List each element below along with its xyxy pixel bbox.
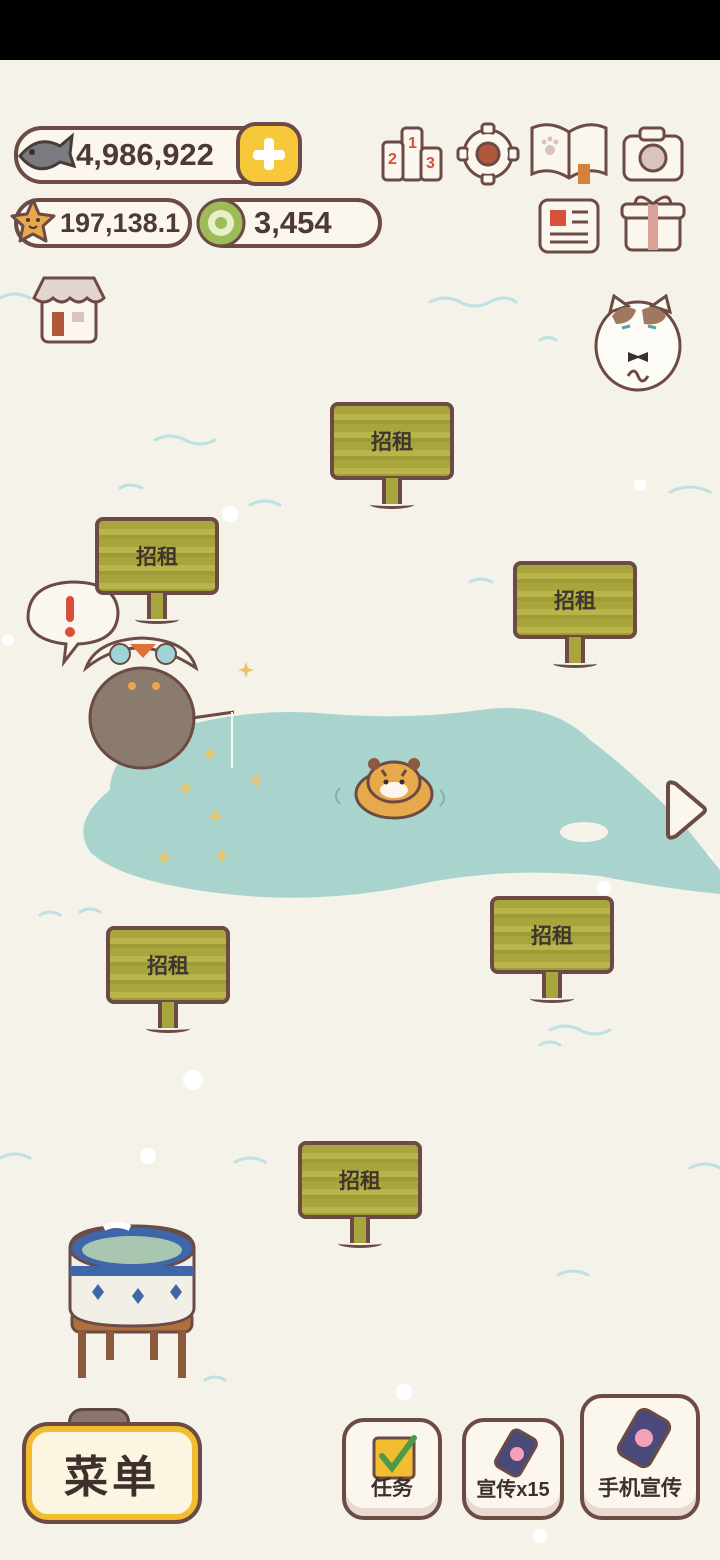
- coin-icon: [196, 198, 246, 248]
- camera-icon[interactable]: [620, 124, 686, 184]
- sparkles: [156, 772, 264, 866]
- promote-x15-label: 宣传x15: [476, 1479, 550, 1501]
- rent-sign[interactable]: 招租: [298, 1141, 422, 1251]
- rent-sign[interactable]: 招租: [106, 926, 230, 1036]
- star-value: 197,138.1: [60, 207, 181, 238]
- menu-button[interactable]: 菜单: [26, 1426, 198, 1520]
- paw-book-icon[interactable]: [528, 120, 610, 186]
- rent-sign[interactable]: 招租: [490, 896, 614, 1006]
- star-icon: [10, 198, 56, 243]
- ranking-podium-icon[interactable]: 1 2 3: [380, 124, 444, 184]
- rent-sign-label: 招租: [298, 1141, 422, 1219]
- shop-icon[interactable]: [30, 274, 108, 346]
- newspaper-icon[interactable]: [536, 196, 602, 256]
- gift-box-icon[interactable]: [620, 192, 686, 256]
- cat-butler-icon[interactable]: [592, 294, 688, 394]
- arrow-right-icon[interactable]: [660, 778, 708, 842]
- rent-sign-label: 招租: [95, 517, 219, 595]
- rent-sign-label: 招租: [330, 402, 454, 480]
- coin-value: 3,454: [254, 205, 332, 240]
- svg-text:1: 1: [408, 135, 417, 152]
- swimming-tiger: [354, 758, 434, 820]
- fish-value: 4,986,922: [76, 137, 214, 172]
- phone-promote-label: 手机宣传: [598, 1477, 682, 1500]
- rent-sign[interactable]: 招租: [95, 517, 219, 627]
- tasks-button[interactable]: 任务: [342, 1418, 442, 1520]
- tasks-button-label: 任务: [371, 1477, 413, 1500]
- rent-sign-label: 招租: [513, 561, 637, 639]
- phone-promote-button[interactable]: 手机宣传: [580, 1394, 700, 1520]
- menu-button-label: 菜单: [64, 1453, 160, 1502]
- rent-sign-label: 招租: [490, 896, 614, 974]
- svg-text:2: 2: [388, 151, 397, 168]
- svg-text:3: 3: [426, 155, 435, 172]
- settings-gear-icon[interactable]: [456, 122, 520, 186]
- phone-icon: [616, 1407, 672, 1469]
- rent-sign-label: 招租: [106, 926, 230, 1004]
- promote-x15-button[interactable]: 宣传x15: [462, 1418, 564, 1520]
- add-fish-button[interactable]: [236, 122, 302, 186]
- fish-icon: [18, 132, 77, 171]
- rent-sign[interactable]: 招租: [513, 561, 637, 671]
- rent-sign[interactable]: 招租: [330, 402, 454, 512]
- water-jar[interactable]: [60, 1218, 204, 1390]
